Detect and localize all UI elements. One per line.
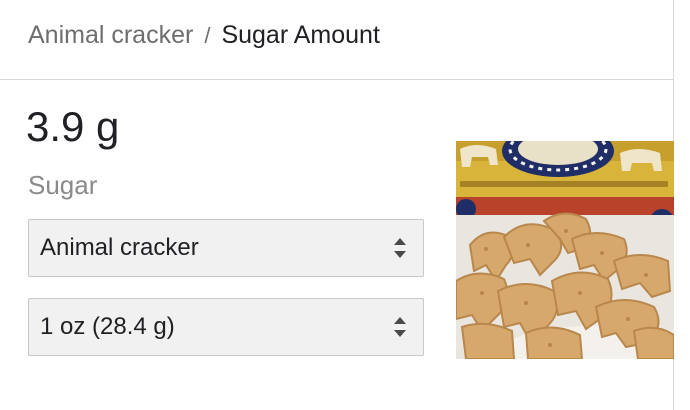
serving-size-select[interactable]: 1 oz (28.4 g) [28, 298, 424, 356]
up-down-arrows-icon [394, 317, 406, 337]
header-divider [0, 79, 674, 80]
breadcrumb: Animal cracker / Sugar Amount [28, 18, 380, 53]
nutrient-label: Sugar [28, 170, 98, 200]
page: Animal cracker / Sugar Amount 3.9 g Sugar … [0, 0, 690, 410]
sugar-amount-value: 3.9 g [26, 103, 120, 150]
food-select[interactable]: Animal cracker [28, 219, 424, 277]
food-select-value: Animal cracker [40, 234, 199, 261]
up-down-arrows-icon [394, 238, 406, 258]
animal-cracker-image [456, 141, 674, 359]
breadcrumb-separator: / [204, 23, 211, 48]
animal-cracker-photo [456, 141, 674, 359]
breadcrumb-parent-link[interactable]: Animal cracker [28, 21, 193, 49]
serving-size-select-value: 1 oz (28.4 g) [40, 313, 175, 340]
breadcrumb-current: Sugar Amount [221, 21, 380, 49]
